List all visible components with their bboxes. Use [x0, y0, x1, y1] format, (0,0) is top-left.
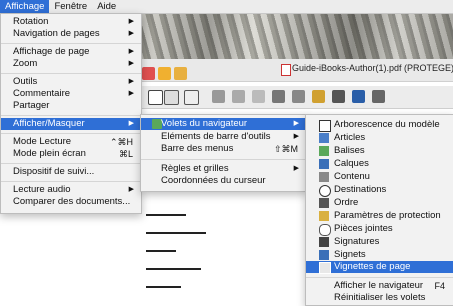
orange-tool-icon[interactable] — [158, 67, 171, 80]
menubar-fenetre[interactable]: Fenêtre — [49, 0, 92, 13]
text-line — [146, 286, 181, 288]
text-line — [146, 268, 201, 270]
menu-item-pieces-jointes[interactable]: Pièces jointes — [306, 223, 453, 236]
menu-item-coordonnees[interactable]: Coordonnées du curseur — [141, 175, 306, 187]
text-line — [146, 232, 206, 234]
export-tool-icon[interactable] — [174, 67, 187, 80]
menu-item-balises[interactable]: Balises — [306, 145, 453, 157]
menu-item-vignettes[interactable]: Vignettes de page — [306, 261, 453, 274]
menu-item-mode-lecture[interactable]: Mode Lecture ⌃⌘H — [1, 136, 141, 148]
pen-icon — [319, 237, 329, 247]
save-icon[interactable] — [164, 90, 179, 105]
submenu-arrow-icon: ▶ — [128, 60, 134, 67]
menu-item-elements-barre[interactable]: Eléments de barre d'outils ▶ — [141, 131, 306, 143]
menu-item-signets[interactable]: Signets — [306, 249, 453, 261]
bookmark-icon — [319, 250, 329, 260]
menu-item-affichage-page[interactable]: Affichage de page ▶ — [1, 46, 141, 58]
toolbar-main — [140, 86, 453, 109]
submenu-arrow-icon: ▶ — [293, 133, 299, 140]
copy-icon[interactable] — [292, 90, 305, 103]
submenu-arrow-icon: ▶ — [128, 90, 134, 97]
tag-icon — [319, 146, 329, 156]
text-line — [146, 250, 176, 252]
paperclip-icon — [319, 224, 331, 236]
menu-item-volets[interactable]: Volets du navigateur ▶ — [141, 118, 306, 130]
menu-item-calques[interactable]: Calques — [306, 158, 453, 170]
menu-item-barre-menus[interactable]: Barre des menus ⇧⌘M — [141, 143, 306, 155]
grid-icon[interactable] — [372, 90, 385, 103]
dropdown-icon[interactable] — [148, 90, 163, 105]
menu-item-navigation[interactable]: Navigation de pages ▶ — [1, 28, 141, 40]
menu-item-zoom[interactable]: Zoom ▶ — [1, 58, 141, 70]
image-icon[interactable] — [332, 90, 345, 103]
menu-afficher-masquer: Volets du navigateur ▶ Eléments de barre … — [140, 114, 307, 192]
menu-item-signatures[interactable]: Signatures — [306, 236, 453, 248]
red-tool-icon[interactable] — [142, 67, 155, 80]
menu-item-regles[interactable]: Règles et grilles ▶ — [141, 163, 306, 175]
menu-item-commentaire[interactable]: Commentaire ▶ — [1, 88, 141, 100]
submenu-arrow-icon: ▶ — [128, 120, 134, 127]
menu-bar: Affichage Fenêtre Aide — [0, 0, 453, 14]
menu-item-afficher-navigateur[interactable]: Afficher le navigateur F4 — [306, 280, 453, 292]
menu-item-contenu[interactable]: Contenu — [306, 171, 453, 183]
pdf-file-icon — [281, 64, 291, 76]
layers-icon — [319, 159, 329, 169]
rotate-icon[interactable] — [252, 90, 265, 103]
forward-icon[interactable] — [232, 90, 245, 103]
submenu-arrow-icon: ▶ — [128, 18, 134, 25]
menu-item-parametres[interactable]: Paramètres de protection — [306, 210, 453, 222]
menu-item-lecture-audio[interactable]: Lecture audio ▶ — [1, 184, 141, 196]
menu-item-comparer[interactable]: Comparer des documents... — [1, 196, 141, 208]
menu-item-partager[interactable]: Partager — [1, 100, 141, 112]
menu-item-reinitialiser[interactable]: Réinitialiser les volets — [306, 292, 453, 304]
cut-icon[interactable] — [272, 90, 285, 103]
menu-item-afficher-masquer[interactable]: Afficher/Masquer ▶ — [1, 118, 141, 130]
order-icon — [319, 198, 329, 208]
menu-item-plein-ecran[interactable]: Mode plein écran ⌘L — [1, 148, 141, 160]
menu-item-ordre[interactable]: Ordre — [306, 197, 453, 209]
menubar-aide[interactable]: Aide — [92, 0, 121, 13]
submenu-arrow-icon: ▶ — [128, 78, 134, 85]
submenu-arrow-icon: ▶ — [293, 120, 299, 127]
articles-icon — [319, 133, 329, 143]
back-icon[interactable] — [212, 90, 225, 103]
submenu-arrow-icon: ▶ — [128, 30, 134, 37]
menu-affichage: Rotation ▶ Navigation de pages ▶ Affichage… — [0, 13, 142, 214]
fit-page-icon[interactable] — [184, 90, 199, 105]
lock-icon — [319, 211, 329, 221]
tree-icon — [319, 120, 331, 132]
menu-item-rotation[interactable]: Rotation ▶ — [1, 16, 141, 28]
text-line — [146, 214, 186, 216]
menu-item-outils[interactable]: Outils ▶ — [1, 76, 141, 88]
menu-volets-navigateur: Arborescence du modèle Articles Balises … — [305, 114, 453, 306]
search-icon[interactable] — [352, 90, 365, 103]
destinations-icon — [319, 185, 331, 197]
submenu-arrow-icon: ▶ — [293, 165, 299, 172]
content-icon — [319, 172, 329, 182]
thumbnails-icon — [319, 262, 331, 274]
submenu-arrow-icon: ▶ — [128, 186, 134, 193]
paste-icon[interactable] — [312, 90, 325, 103]
menubar-affichage[interactable]: Affichage — [0, 0, 50, 13]
window-title: Guide-iBooks-Author(1).pdf (PROTEGE) — [292, 63, 453, 73]
submenu-arrow-icon: ▶ — [128, 48, 134, 55]
menu-item-suivi[interactable]: Dispositif de suivi... — [1, 166, 141, 178]
menu-item-articles[interactable]: Articles — [306, 132, 453, 144]
menu-item-arborescence[interactable]: Arborescence du modèle — [306, 119, 453, 132]
menu-item-destinations[interactable]: Destinations — [306, 184, 453, 197]
